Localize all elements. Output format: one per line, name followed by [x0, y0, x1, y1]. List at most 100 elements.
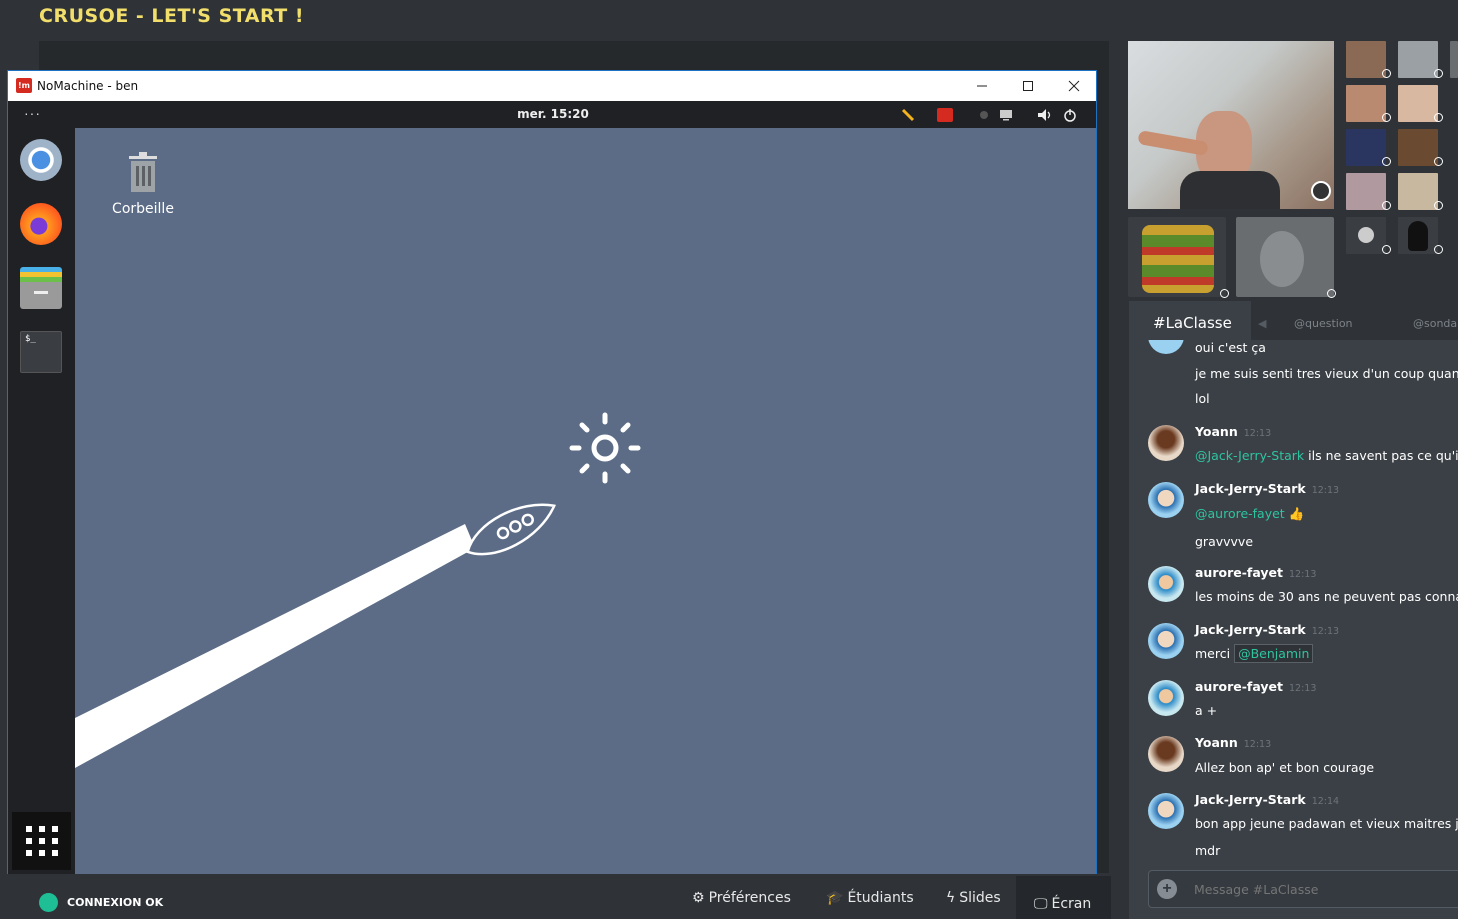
remote-desktop[interactable]: Corbeille: [75, 128, 1096, 874]
message-text: a +: [1195, 703, 1218, 718]
participant-thumb[interactable]: [1398, 173, 1438, 210]
screen-button[interactable]: 🖵 Écran: [1016, 876, 1112, 919]
firefox-icon[interactable]: [20, 203, 62, 245]
participant-video[interactable]: [1236, 217, 1334, 297]
gear-icon: ⚙: [692, 890, 705, 906]
participant-thumb[interactable]: [1398, 129, 1438, 166]
files-icon[interactable]: [20, 267, 62, 309]
app-grid-icon: [26, 826, 58, 856]
bottom-toolbar: CONNEXION OK ⚙ Préférences 🎓 Étudiants ϟ…: [0, 874, 1128, 919]
record-icon[interactable]: [980, 106, 988, 123]
window-titlebar[interactable]: !m NoMachine - ben: [8, 71, 1096, 101]
screen-label: Écran: [1051, 895, 1092, 912]
dock: $_: [8, 128, 75, 874]
pencil-icon[interactable]: [901, 106, 915, 123]
clock-icon[interactable]: [1311, 181, 1331, 201]
terminal-icon[interactable]: $_: [20, 331, 62, 373]
display-icon[interactable]: [999, 106, 1013, 123]
students-button[interactable]: 🎓 Étudiants: [826, 890, 914, 906]
message-text: Allez bon ap' et bon courage: [1195, 760, 1375, 775]
avatar: [1148, 736, 1184, 772]
participant-thumb[interactable]: [1398, 217, 1438, 254]
message-text: lol: [1195, 391, 1210, 406]
message-author: Jack-Jerry-Stark 12:13: [1195, 622, 1340, 637]
chat-tabs: #LaClasse ◀ @question @sonda: [1128, 300, 1458, 340]
message-text: mdr: [1195, 843, 1221, 858]
add-attachment-icon[interactable]: +: [1157, 879, 1177, 899]
nomachine-tray-icon[interactable]: [937, 106, 953, 123]
message-text: @Jack-Jerry-Stark ils ne savent pas ce q…: [1195, 448, 1458, 463]
message-author: Jack-Jerry-Stark 12:13: [1195, 481, 1340, 496]
power-icon[interactable]: [1063, 106, 1077, 123]
avatar: [1148, 793, 1184, 829]
minimize-icon: [977, 85, 987, 87]
status-dot-icon: [1382, 201, 1391, 210]
status-dot-icon: [1220, 289, 1229, 298]
participant-thumb[interactable]: [1398, 85, 1438, 122]
minimize-button[interactable]: [959, 71, 1005, 101]
students-label: Étudiants: [847, 890, 914, 906]
slides-button[interactable]: ϟ Slides: [946, 890, 1001, 906]
gnome-top-bar: ··· mer. 15:20: [8, 101, 1096, 128]
participant-thumb[interactable]: [1346, 129, 1386, 166]
maximize-icon: [1023, 81, 1033, 91]
mention-link[interactable]: @Jack-Jerry-Stark: [1195, 448, 1304, 463]
tab-question[interactable]: @question: [1294, 317, 1353, 330]
message-text: bon app jeune padawan et vieux maitres j…: [1195, 816, 1458, 831]
close-button[interactable]: [1051, 71, 1097, 101]
message-text: merci @Benjamin: [1195, 644, 1314, 663]
participant-thumb[interactable]: [1346, 173, 1386, 210]
connection-status-indicator: [39, 893, 58, 912]
connection-status-text: CONNEXION OK: [67, 896, 164, 909]
participant-thumb[interactable]: [1346, 85, 1386, 122]
status-dot-icon: [1327, 289, 1336, 298]
participant-video[interactable]: [1128, 217, 1226, 297]
nomachine-logo-icon: !m: [16, 78, 32, 93]
preferences-button[interactable]: ⚙ Préférences: [692, 890, 791, 906]
participant-thumb[interactable]: [1346, 217, 1386, 254]
avatar: [1148, 340, 1184, 354]
chrome-icon[interactable]: [20, 139, 62, 181]
message-text: les moins de 30 ans ne peuvent pas conna…: [1195, 589, 1458, 604]
message-author: aurore-fayet 12:13: [1195, 679, 1317, 694]
right-panel: #LaClasse ◀ @question @sonda oui c'est ç…: [1128, 0, 1458, 919]
message-text: @aurore-fayet 👍: [1195, 506, 1304, 522]
status-dot-icon: [1434, 69, 1443, 78]
status-dot-icon: [1434, 245, 1443, 254]
status-dot-icon: [1434, 201, 1443, 210]
avatar: [1148, 566, 1184, 602]
wallpaper-rocket: [75, 412, 641, 768]
message-input[interactable]: [1194, 882, 1454, 897]
thumbs-up-emoji: 👍: [1288, 506, 1305, 521]
message-composer[interactable]: +: [1148, 870, 1458, 908]
mention-link[interactable]: @Benjamin: [1234, 644, 1314, 663]
status-dot-icon: [1382, 157, 1391, 166]
graduation-cap-icon: 🎓: [826, 890, 844, 906]
status-dot-icon: [1382, 69, 1391, 78]
message-author: Yoann 12:13: [1195, 424, 1272, 439]
tab-laclasse[interactable]: #LaClasse: [1129, 301, 1251, 340]
volume-icon[interactable]: [1037, 106, 1053, 123]
tab-sondage[interactable]: @sonda: [1413, 317, 1457, 330]
clock[interactable]: mer. 15:20: [8, 107, 1098, 121]
participant-thumb[interactable]: [1450, 41, 1458, 78]
close-icon: [1068, 80, 1080, 92]
participant-thumb[interactable]: [1346, 41, 1386, 78]
window-title: NoMachine - ben: [37, 79, 139, 93]
status-dot-icon: [1434, 113, 1443, 122]
message-text: gravvvve: [1195, 534, 1254, 549]
nomachine-window[interactable]: !m NoMachine - ben ··· mer. 15:20 $_ Cor…: [7, 70, 1097, 874]
main-webcam-video[interactable]: [1128, 41, 1334, 209]
participant-thumb[interactable]: [1398, 41, 1438, 78]
mention-link[interactable]: @aurore-fayet: [1195, 506, 1285, 521]
chat-messages[interactable]: oui c'est ça je me suis senti tres vieux…: [1129, 340, 1458, 919]
maximize-button[interactable]: [1005, 71, 1051, 101]
app-title: CRUSOE - LET'S START !: [39, 5, 304, 27]
monitor-icon: 🖵: [1034, 895, 1048, 912]
app-grid-button[interactable]: [12, 812, 71, 870]
bolt-icon: ϟ: [946, 890, 956, 906]
tab-scroll-left-icon[interactable]: ◀: [1258, 317, 1266, 330]
message-text: je me suis senti tres vieux d'un coup qu…: [1195, 366, 1458, 381]
slides-label: Slides: [959, 890, 1001, 906]
avatar: [1148, 482, 1184, 518]
